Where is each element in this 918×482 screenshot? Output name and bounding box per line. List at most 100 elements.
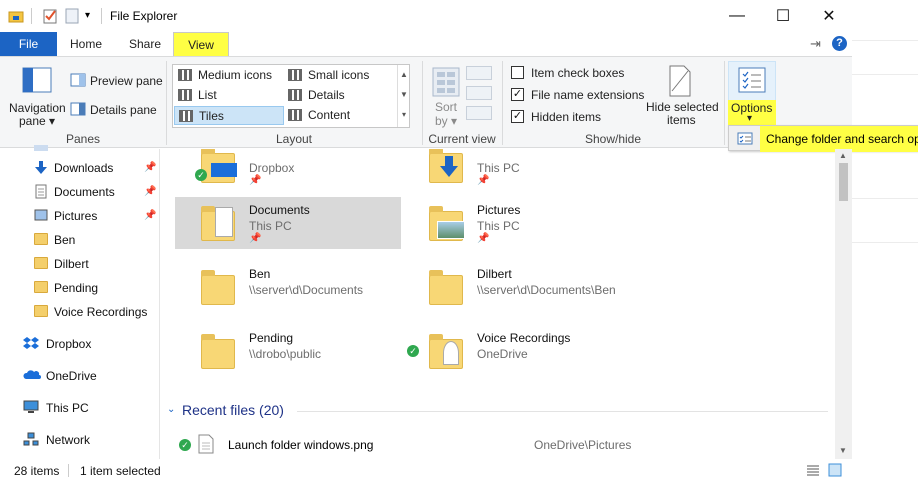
recent-file-location: OneDrive\Pictures (534, 438, 632, 452)
documents-icon (35, 184, 47, 199)
nav-item-voice-recordings[interactable]: Voice Recordings (54, 302, 147, 322)
navigation-pane-icon[interactable] (22, 67, 52, 93)
file-name-extensions-label[interactable]: File name extensions (531, 88, 644, 102)
tab-home[interactable]: Home (64, 32, 108, 56)
hide-selected-items-label[interactable]: items (667, 113, 696, 127)
minimize-button[interactable]: — (714, 0, 760, 32)
folder-icon (429, 267, 463, 307)
tile-name: Ben (249, 267, 271, 281)
layout-list[interactable]: List (174, 86, 284, 105)
folder-icon (201, 267, 235, 307)
sort-by-label[interactable]: Sort (435, 100, 457, 114)
folder-icon (34, 281, 48, 293)
folder-options-icon (737, 132, 753, 145)
medium-icons-icon (178, 69, 192, 81)
tile-dropbox[interactable]: ✓ Dropbox 📌 (175, 149, 401, 191)
properties-icon[interactable] (42, 8, 58, 24)
layout-details[interactable]: Details (284, 86, 396, 105)
new-folder-icon[interactable] (64, 8, 80, 24)
file-name-extensions-checkbox[interactable]: ✓ (511, 88, 524, 101)
sort-by-dropdown[interactable]: by ▾ (435, 114, 457, 128)
nav-item-documents[interactable]: Documents (54, 182, 115, 202)
tile-subtitle: This PC (477, 219, 520, 233)
item-check-boxes-label[interactable]: Item check boxes (531, 66, 624, 80)
tile-downloads[interactable]: This PC 📌 (403, 149, 629, 191)
tile-voice-recordings[interactable]: ✓ Voice Recordings OneDrive (403, 325, 629, 377)
pin-icon[interactable]: 📌 (144, 162, 156, 173)
nav-item-pending[interactable]: Pending (54, 278, 98, 298)
tab-share[interactable]: Share (122, 32, 168, 56)
scroll-up-icon[interactable]: ▲ (839, 151, 847, 160)
collapse-chevron-icon[interactable]: ⌄ (167, 404, 175, 415)
navigation-pane-label[interactable]: Navigation (9, 101, 66, 115)
nav-item-network[interactable]: Network (46, 430, 90, 450)
layout-gallery-scroll[interactable]: ▲ ▼ ▾ (397, 65, 410, 127)
layout-item-label: Small icons (308, 68, 370, 82)
folder-icon (201, 203, 235, 243)
layout-medium-icons[interactable]: Medium icons (174, 66, 284, 85)
sync-ok-icon: ✓ (179, 439, 191, 451)
tile-name: Documents (249, 203, 310, 217)
content-scrollbar[interactable]: ▲ ▼ (835, 149, 852, 459)
minimize-ribbon-icon[interactable]: ⇥ (810, 36, 821, 52)
add-columns-icon[interactable] (466, 86, 492, 100)
nav-item-onedrive[interactable]: OneDrive (46, 366, 97, 386)
pin-icon[interactable]: 📌 (144, 210, 156, 221)
hidden-items-checkbox[interactable]: ✓ (511, 110, 524, 123)
nav-item-dilbert[interactable]: Dilbert (54, 254, 89, 274)
group-label-show-hide: Show/hide (584, 132, 642, 146)
status-bar: 28 items 1 item selected (0, 459, 852, 482)
group-separator (724, 61, 725, 145)
scroll-down-icon[interactable]: ▼ (839, 446, 847, 455)
nav-item-downloads[interactable]: Downloads (54, 158, 113, 178)
hide-selected-items-button[interactable]: Hide selected (646, 100, 719, 114)
tile-pending[interactable]: Pending \\drobo\public (175, 325, 401, 377)
scrollbar-thumb[interactable] (839, 163, 848, 201)
item-check-boxes-checkbox[interactable] (511, 66, 524, 79)
nav-item-pictures[interactable]: Pictures (54, 206, 97, 226)
size-columns-icon[interactable] (466, 106, 492, 120)
large-icons-view-icon[interactable] (828, 463, 842, 477)
layout-small-icons[interactable]: Small icons (284, 66, 396, 85)
hidden-items-label[interactable]: Hidden items (531, 110, 601, 124)
status-separator (68, 464, 69, 477)
scrolled-item-fragment (34, 145, 48, 151)
details-pane-icon (70, 102, 86, 116)
pin-icon: 📌 (249, 175, 262, 186)
tab-file[interactable]: File (0, 32, 57, 56)
tile-ben[interactable]: Ben \\server\d\Documents (175, 261, 401, 313)
pin-icon: 📌 (477, 175, 490, 186)
nav-item-this-pc[interactable]: This PC (46, 398, 89, 418)
list-icon (178, 89, 192, 101)
customize-quick-access-icon[interactable]: ▾ (85, 10, 90, 21)
ribbon-view: Navigation pane ▾ Preview pane Details p… (0, 56, 852, 148)
tab-view[interactable]: View (173, 32, 229, 56)
group-label-panes: Panes (65, 132, 101, 146)
tile-pictures[interactable]: Pictures This PC 📌 (403, 197, 629, 249)
options-flyout-menu: Change folder and search options (728, 125, 918, 152)
group-by-icon[interactable] (466, 66, 492, 80)
navigation-pane-dropdown[interactable]: pane ▾ (19, 114, 55, 128)
pictures-icon (34, 209, 48, 221)
nav-item-ben[interactable]: Ben (54, 230, 75, 250)
folder-icon (429, 331, 463, 371)
close-button[interactable]: ✕ (806, 0, 852, 32)
tile-documents[interactable]: Documents This PC 📌 (175, 197, 401, 249)
recent-files-header[interactable]: Recent files (20) (182, 402, 284, 418)
recent-file-name[interactable]: Launch folder windows.png (228, 438, 373, 452)
item-count: 28 items (14, 464, 60, 478)
layout-content[interactable]: Content (284, 106, 396, 125)
help-icon[interactable]: ? (832, 36, 847, 51)
maximize-button[interactable]: ☐ (760, 0, 806, 32)
folder-icon (34, 305, 48, 317)
folder-icon (429, 203, 465, 243)
details-pane-button[interactable]: Details pane (90, 103, 157, 117)
nav-item-dropbox[interactable]: Dropbox (46, 334, 91, 354)
pin-icon[interactable]: 📌 (144, 186, 156, 197)
details-view-icon[interactable] (806, 464, 820, 477)
preview-pane-button[interactable]: Preview pane (90, 74, 163, 88)
separator (101, 8, 102, 24)
layout-tiles[interactable]: Tiles (174, 106, 284, 125)
tile-dilbert[interactable]: Dilbert \\server\d\Documents\Ben (403, 261, 629, 313)
options-dropdown-arrow[interactable]: ▾ (747, 113, 752, 124)
